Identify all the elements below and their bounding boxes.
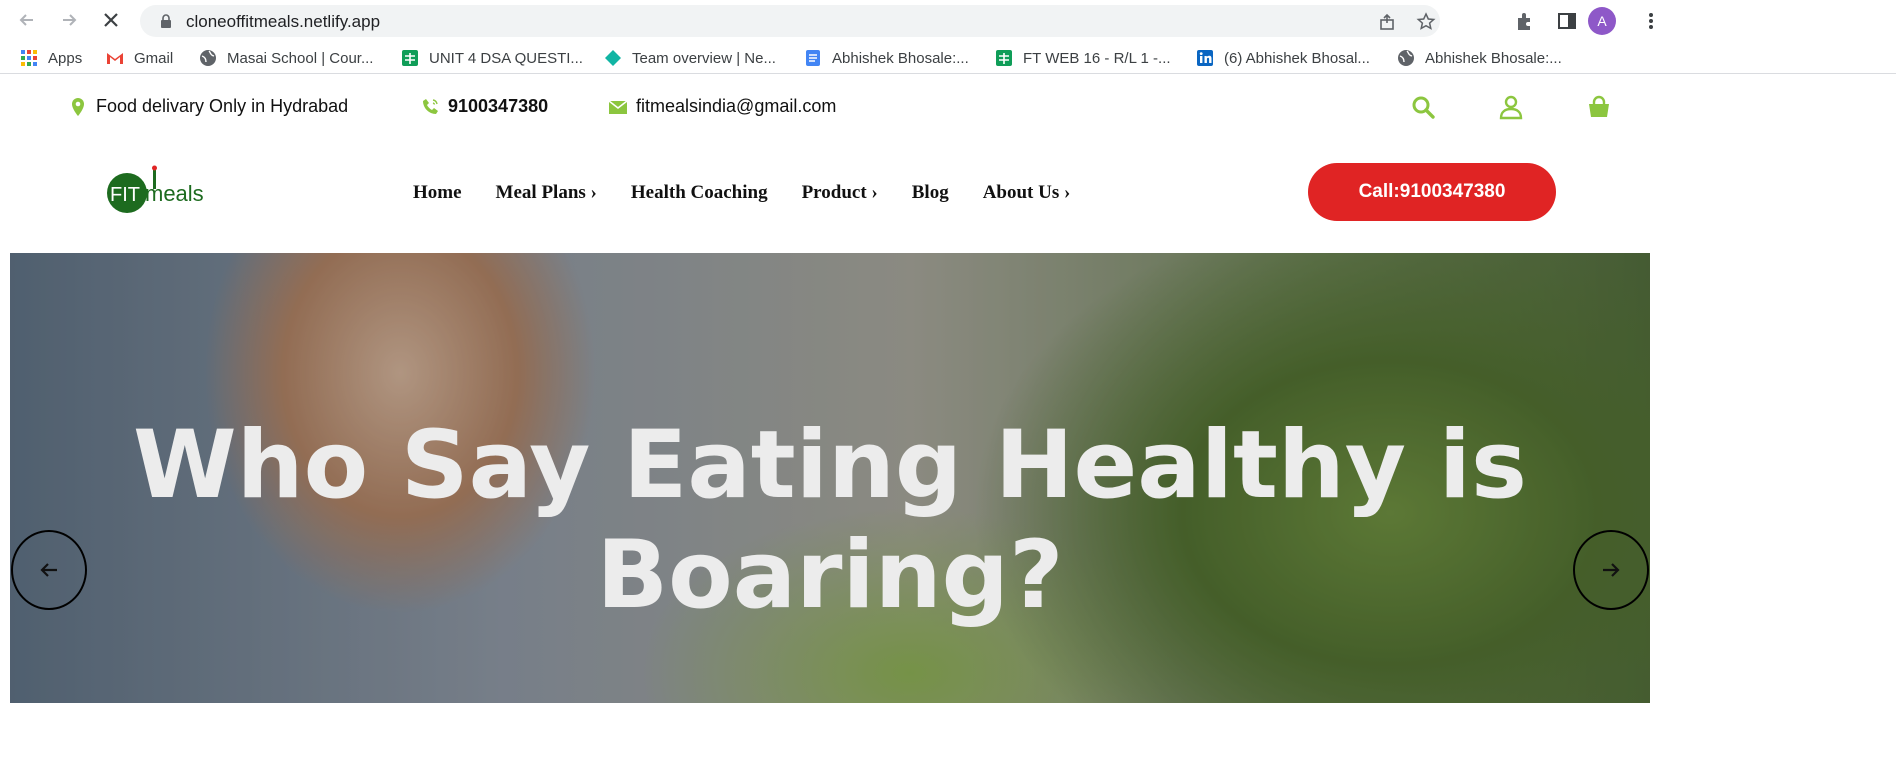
bookmark-linkedin[interactable]: (6) Abhishek Bhosal...: [1196, 47, 1370, 69]
sheets-icon: [996, 50, 1012, 66]
delivery-info: Food delivary Only in Hydrabad: [68, 96, 348, 117]
extensions-icon[interactable]: [1514, 10, 1536, 32]
sheets-icon: [402, 50, 418, 66]
hero-heading-line2: Boaring?: [596, 521, 1064, 630]
address-bar[interactable]: cloneoffitmeals.netlify.app: [140, 5, 1440, 37]
bookmark-star-icon[interactable]: [1416, 12, 1436, 32]
bookmark-unit4[interactable]: UNIT 4 DSA QUESTI...: [401, 47, 583, 69]
lock-icon: [161, 14, 171, 28]
search-icon[interactable]: [1410, 94, 1436, 120]
bookmarks-bar: Apps Gmail Masai School | Cour... UNIT 4…: [0, 42, 1896, 74]
profile-avatar[interactable]: A: [1588, 7, 1616, 35]
location-pin-icon: [72, 97, 84, 116]
browser-toolbar: cloneoffitmeals.netlify.app A: [0, 0, 1896, 42]
close-icon: [104, 13, 118, 27]
user-account-icon[interactable]: [1498, 94, 1524, 120]
diamond-icon: [605, 50, 621, 66]
hero-heading: Who Say Eating Healthy is Boaring?: [10, 411, 1650, 631]
bookmark-label: Apps: [48, 49, 83, 67]
hero-heading-line1: Who Say Eating Healthy is: [133, 411, 1527, 520]
phone-text: 9100347380: [448, 96, 549, 116]
globe-icon: [1398, 50, 1414, 66]
page-content: Food delivary Only in Hydrabad 910034738…: [0, 82, 1660, 705]
svg-text:FIT: FIT: [110, 184, 140, 206]
delivery-text: Food delivary Only in Hydrabad: [96, 96, 349, 116]
share-icon[interactable]: [1378, 12, 1398, 32]
bookmark-gmail[interactable]: Gmail: [106, 47, 173, 69]
nav-product[interactable]: Product ›: [802, 182, 878, 204]
side-panel-icon[interactable]: [1556, 10, 1578, 32]
main-navigation: Home Meal Plans › Health Coaching Produc…: [413, 182, 1070, 204]
more-menu-icon[interactable]: [1640, 10, 1662, 32]
bookmark-label: Masai School | Cour...: [227, 49, 374, 67]
arrow-left-icon: [40, 563, 57, 577]
bookmark-label: (6) Abhishek Bhosal...: [1224, 49, 1370, 67]
bookmark-label: Abhishek Bhosale:...: [832, 49, 969, 67]
email-info[interactable]: fitmealsindia@gmail.com: [608, 96, 836, 117]
carousel-prev-button[interactable]: [11, 530, 87, 610]
nav-home[interactable]: Home: [413, 182, 462, 204]
email-text: fitmealsindia@gmail.com: [636, 96, 837, 116]
envelope-icon: [608, 99, 628, 114]
forward-button[interactable]: [58, 9, 80, 31]
linkedin-icon: [1197, 50, 1213, 66]
url-text: cloneoffitmeals.netlify.app: [186, 12, 381, 31]
gmail-icon: [107, 53, 123, 64]
arrow-right-icon: [1603, 563, 1620, 577]
apps-grid-icon: [21, 50, 37, 66]
arrow-right-icon: [63, 14, 77, 26]
bookmark-apps[interactable]: Apps: [20, 47, 82, 69]
nav-about-us[interactable]: About Us ›: [983, 182, 1071, 204]
bookmark-team-overview[interactable]: Team overview | Ne...: [604, 47, 776, 69]
back-button[interactable]: [16, 9, 38, 31]
bookmark-label: Gmail: [134, 49, 174, 67]
bookmark-abhishek-site[interactable]: Abhishek Bhosale:...: [1397, 47, 1562, 69]
globe-icon: [200, 50, 216, 66]
bookmark-label: Abhishek Bhosale:...: [1425, 49, 1562, 67]
bookmark-masai[interactable]: Masai School | Cour...: [199, 47, 373, 69]
nav-meal-plans[interactable]: Meal Plans ›: [496, 182, 597, 204]
top-info-bar: Food delivary Only in Hydrabad 910034738…: [0, 82, 1660, 132]
bookmark-ft-web[interactable]: FT WEB 16 - R/L 1 -...: [995, 47, 1171, 69]
call-button[interactable]: Call:9100347380: [1308, 163, 1556, 221]
shopping-bag-icon[interactable]: [1586, 94, 1612, 120]
bookmark-label: Team overview | Ne...: [632, 49, 776, 67]
bookmark-label: FT WEB 16 - R/L 1 -...: [1023, 49, 1171, 67]
stop-loading-button[interactable]: [100, 9, 122, 31]
nav-blog[interactable]: Blog: [912, 182, 949, 204]
nav-health-coaching[interactable]: Health Coaching: [631, 182, 768, 204]
phone-info[interactable]: 9100347380: [420, 96, 548, 117]
docs-icon: [806, 50, 820, 66]
fitmeals-logo[interactable]: FIT meals: [105, 165, 215, 215]
site-header: FIT meals Home Meal Plans › Health Coach…: [0, 132, 1660, 252]
bookmark-abhishek-doc[interactable]: Abhishek Bhosale:...: [804, 47, 969, 69]
carousel-next-button[interactable]: [1573, 530, 1649, 610]
phone-icon: [423, 98, 438, 114]
arrow-left-icon: [19, 14, 33, 26]
bookmark-label: UNIT 4 DSA QUESTI...: [429, 49, 583, 67]
hero-banner: Who Say Eating Healthy is Boaring?: [10, 253, 1650, 703]
